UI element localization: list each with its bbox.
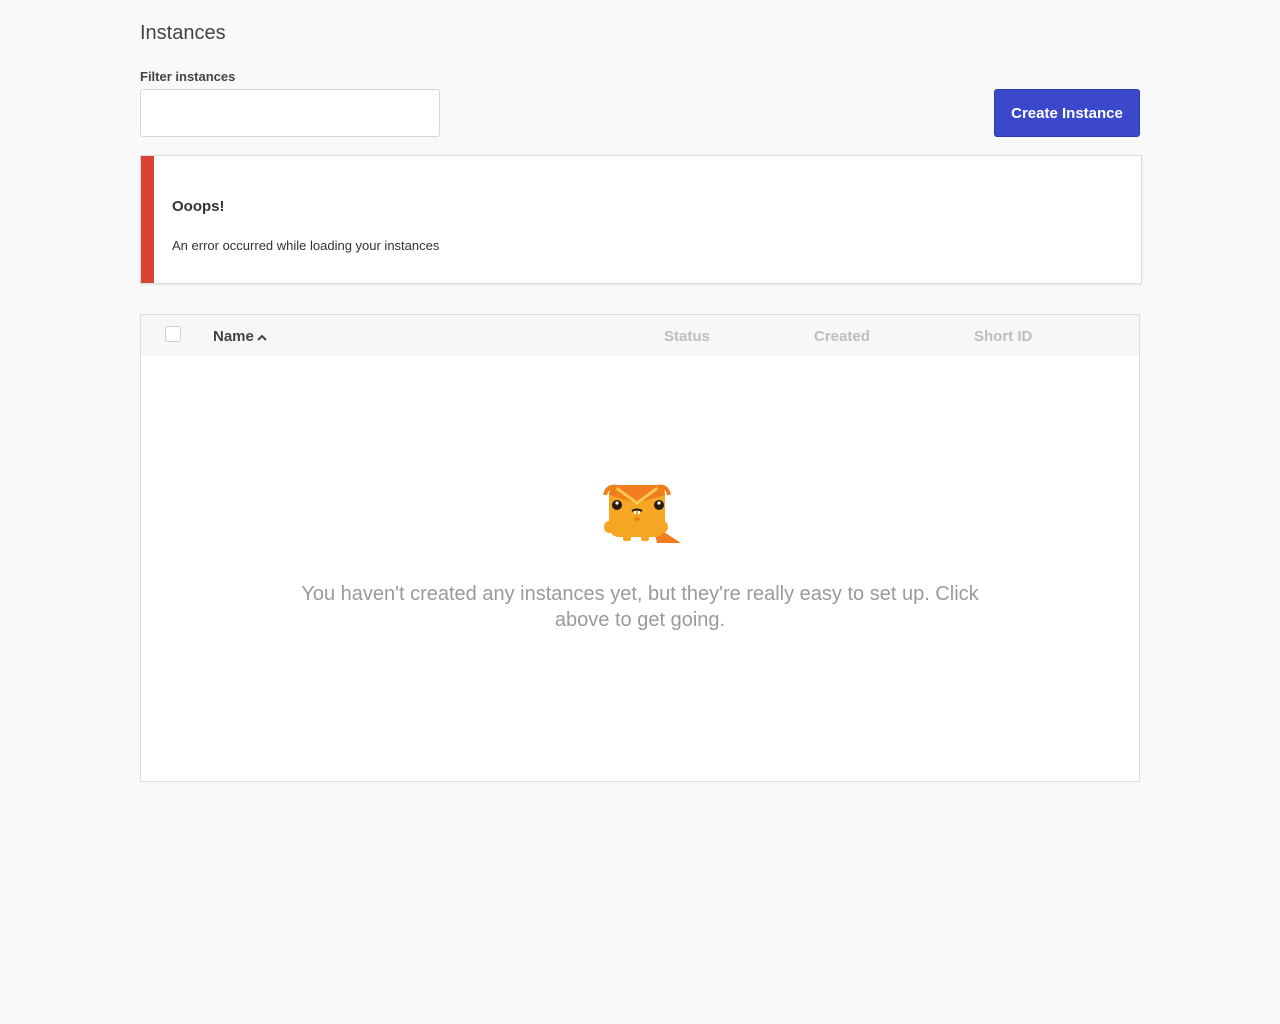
filter-input[interactable]	[140, 89, 440, 137]
table-header: Name Status Created Short ID	[141, 315, 1139, 356]
sort-ascending-icon	[257, 329, 267, 346]
alert-title: Ooops!	[172, 198, 225, 215]
column-header-status[interactable]: Status	[664, 328, 710, 345]
error-alert: Ooops! An error occurred while loading y…	[140, 155, 1142, 284]
alert-message: An error occurred while loading your ins…	[172, 238, 440, 253]
column-header-short-id[interactable]: Short ID	[974, 328, 1032, 345]
alert-accent-bar	[141, 156, 154, 283]
instances-table: Name Status Created Short ID You haven't…	[140, 314, 1140, 782]
column-header-name-label: Name	[213, 328, 254, 345]
column-header-created[interactable]: Created	[814, 328, 870, 345]
filter-label: Filter instances	[140, 69, 236, 84]
create-instance-button[interactable]: Create Instance	[994, 89, 1140, 137]
page-title: Instances	[140, 22, 226, 44]
select-all-checkbox[interactable]	[165, 326, 181, 342]
instances-page: Instances Filter instances Create Instan…	[0, 0, 1280, 1024]
column-header-name[interactable]: Name	[213, 328, 267, 346]
empty-state-message: You haven't created any instances yet, b…	[301, 583, 979, 631]
orange-mascot-icon	[601, 481, 681, 550]
